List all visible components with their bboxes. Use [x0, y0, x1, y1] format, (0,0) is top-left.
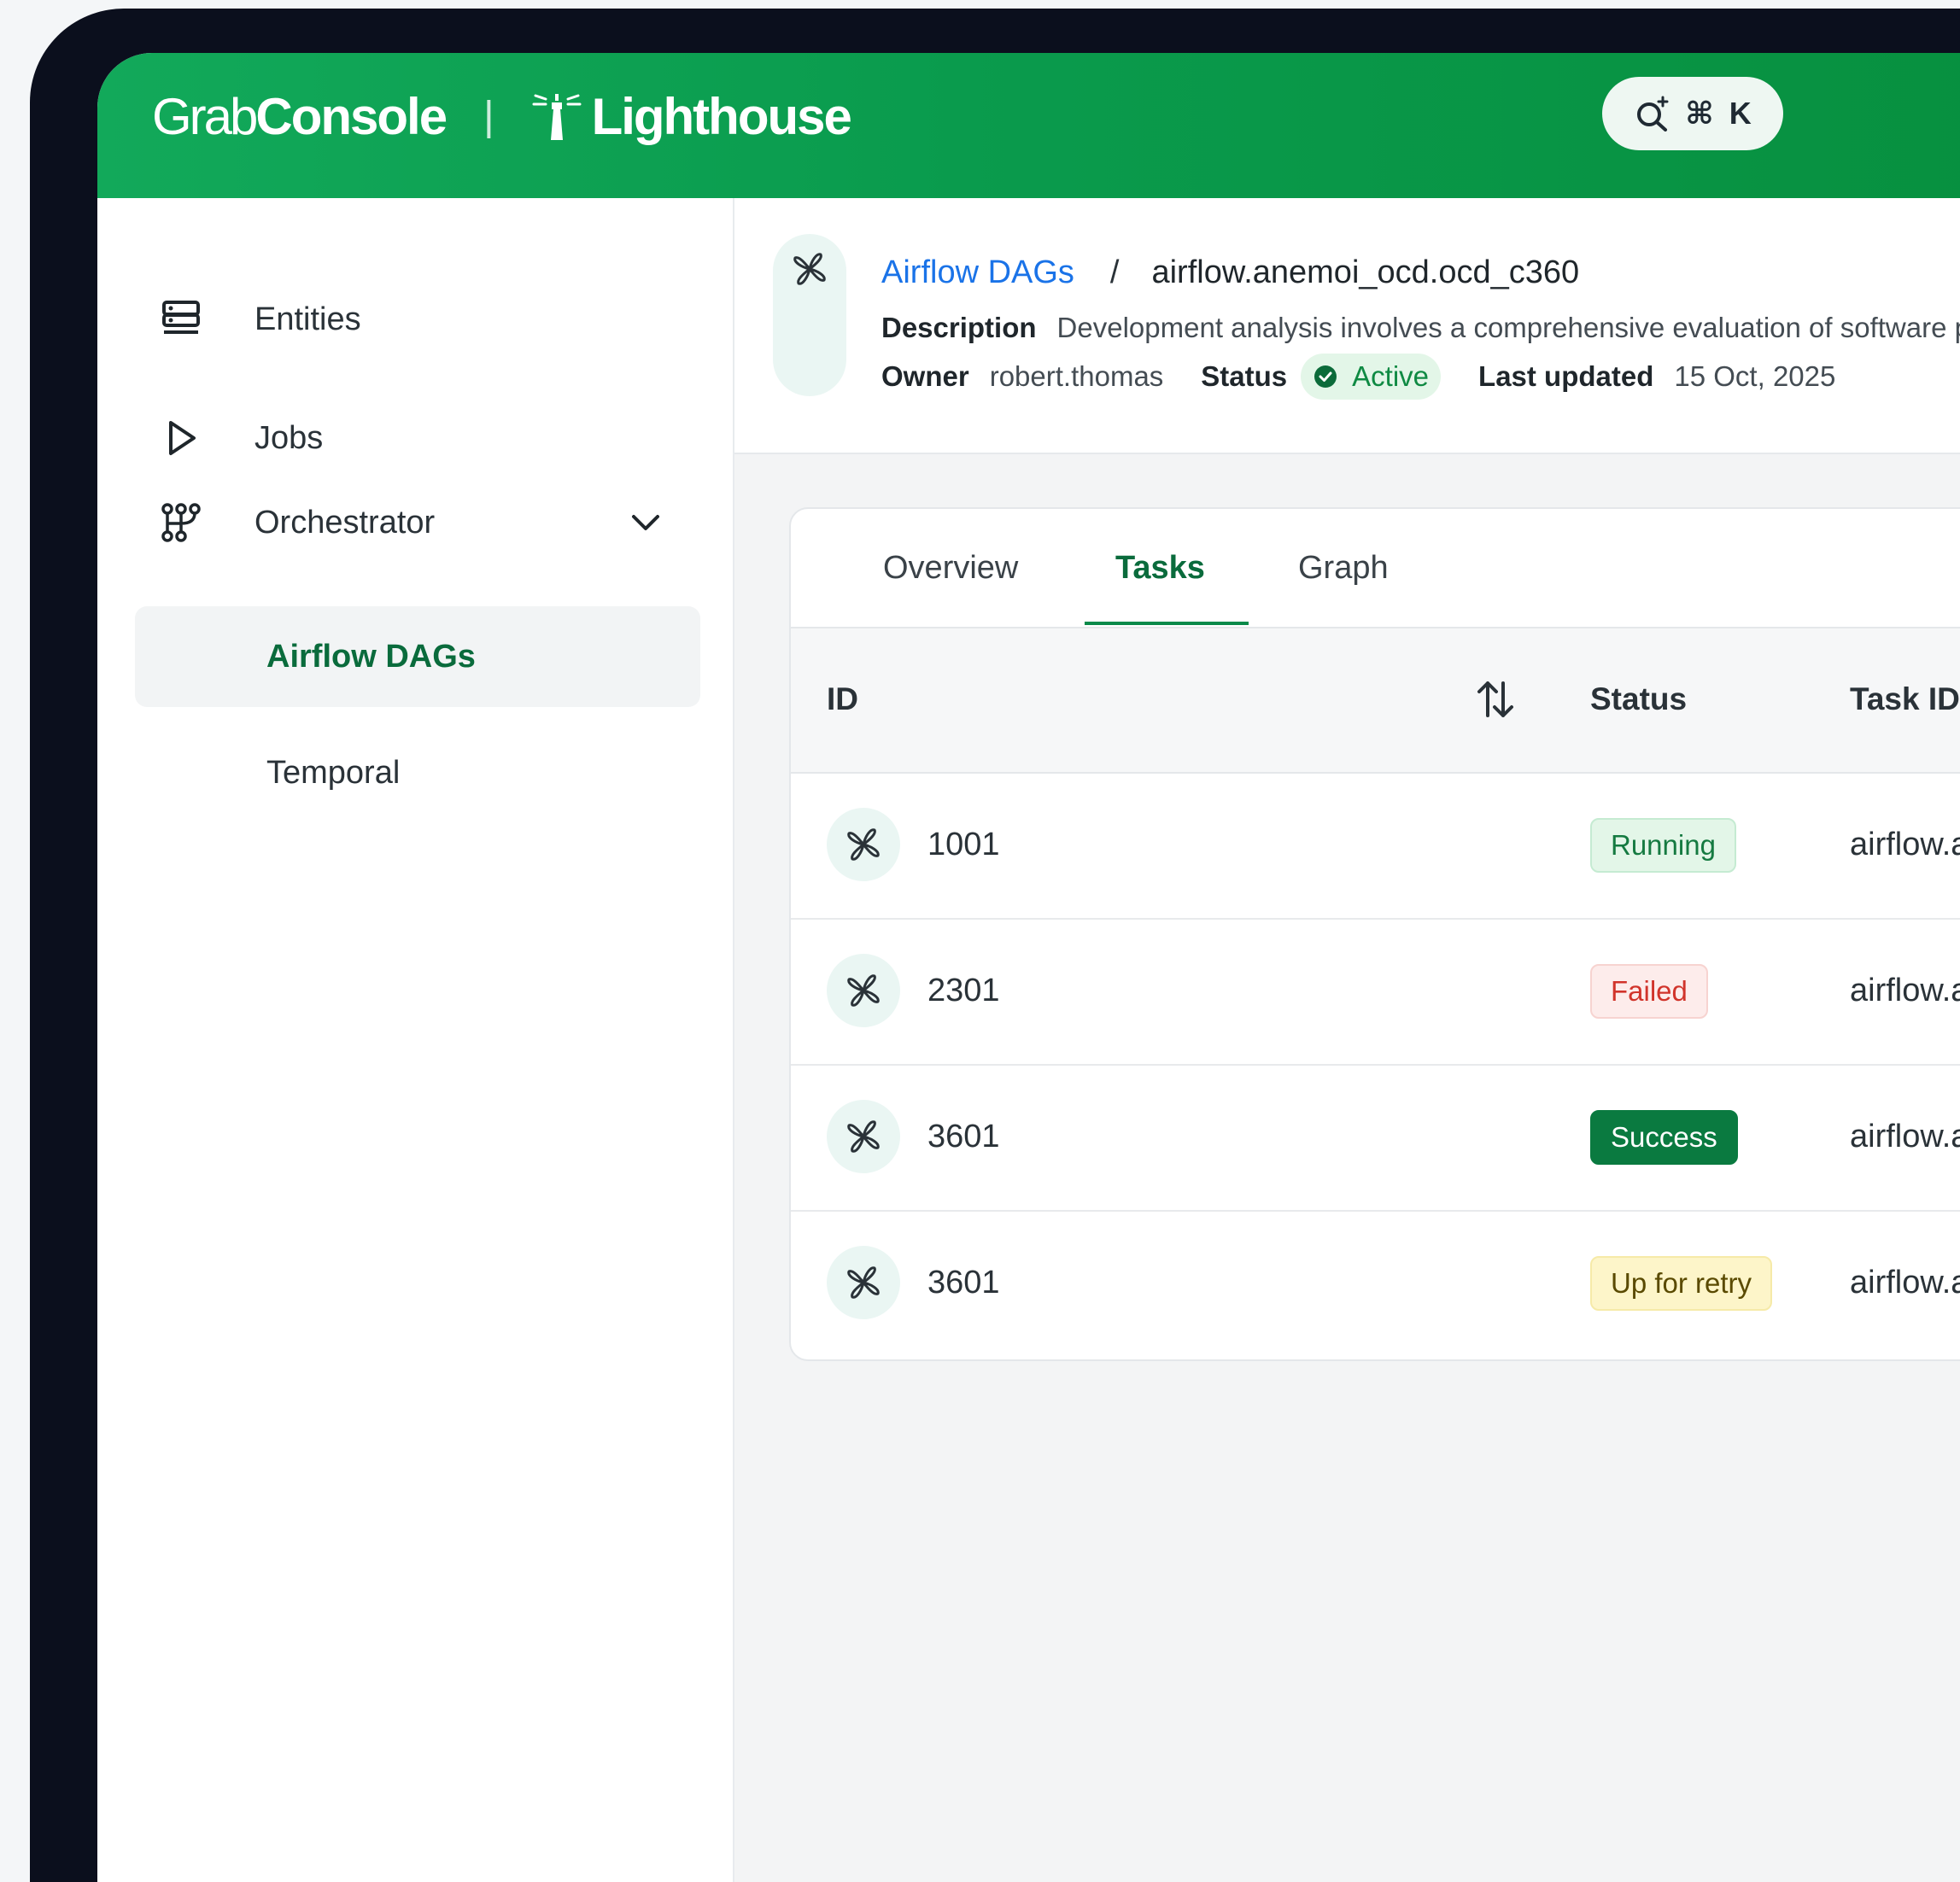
task-id-number: 3601: [927, 1265, 1000, 1300]
tab-overview[interactable]: Overview: [883, 550, 1018, 587]
dag-avatar: [773, 234, 846, 396]
sidebar-item-label: Jobs: [255, 419, 324, 456]
tasks-card: Overview Tasks Graph ID Status Task ID 1…: [789, 507, 1960, 1361]
shortcut-key: K: [1729, 96, 1752, 131]
task-id-text: airflow.an: [1850, 1265, 1960, 1300]
table-row[interactable]: 2301 Failed airflow.an: [791, 920, 1960, 1066]
play-icon: [157, 414, 205, 462]
breadcrumb-separator: /: [1109, 254, 1120, 290]
top-bar: Grab Console | Lighthouse ⌘ K: [97, 53, 1960, 198]
sidebar-item-entities[interactable]: Entities: [157, 285, 361, 354]
sidebar-subitem-airflow-dags-label[interactable]: Airflow DAGs: [266, 639, 476, 675]
shortcut-symbol: ⌘: [1685, 96, 1714, 131]
device-frame: Grab Console | Lighthouse ⌘ K Entities J…: [30, 9, 1960, 1882]
dag-description: Description Development analysis involves…: [881, 312, 1960, 344]
brand-logo[interactable]: Grab Console | Lighthouse: [152, 87, 852, 146]
lighthouse-icon: [532, 93, 582, 140]
sidebar: Entities Jobs Orchestrator Airflow DAGs …: [97, 198, 734, 1882]
sidebar-item-label: Orchestrator: [255, 504, 436, 541]
status-badge: Running: [1590, 818, 1736, 873]
pinwheel-icon: [793, 253, 826, 285]
pinwheel-icon: [847, 828, 880, 861]
sidebar-item-label: Entities: [255, 301, 361, 337]
dag-header: Airflow DAGs / airflow.anemoi_ocd.ocd_c3…: [734, 198, 1960, 454]
pinwheel-icon: [847, 974, 880, 1007]
task-avatar: [827, 954, 900, 1027]
chevron-down-icon[interactable]: [627, 504, 664, 541]
breadcrumb: Airflow DAGs / airflow.anemoi_ocd.ocd_c3…: [881, 254, 1579, 291]
search-sparkle-icon: [1637, 96, 1669, 132]
sort-icon[interactable]: [1474, 678, 1517, 721]
owner-label: Owner: [881, 360, 969, 392]
dag-meta: Owner robert.thomas Status Active Last u…: [881, 354, 1835, 400]
app-screen: Grab Console | Lighthouse ⌘ K Entities J…: [97, 53, 1960, 1882]
task-id-text: airflow.an: [1850, 827, 1960, 862]
task-id-text: airflow.an: [1850, 973, 1960, 1008]
description-text: Development analysis involves a comprehe…: [1056, 312, 1960, 343]
table-row[interactable]: 1001 Running airflow.an: [791, 774, 1960, 920]
table-row[interactable]: 3601 Success airflow.an: [791, 1066, 1960, 1212]
table-row[interactable]: 3601 Up for retry airflow.an: [791, 1212, 1960, 1358]
status-label: Status: [1201, 360, 1288, 392]
task-id-number: 2301: [927, 973, 1000, 1008]
server-stack-icon: [157, 295, 205, 343]
brand-grab-text: Grab: [152, 88, 258, 145]
main-content: Airflow DAGs / airflow.anemoi_ocd.ocd_c3…: [734, 198, 1960, 1882]
sidebar-item-jobs[interactable]: Jobs: [157, 404, 323, 472]
updated-value: 15 Oct, 2025: [1674, 360, 1836, 392]
brand-console-text: Console: [255, 88, 448, 145]
task-avatar: [827, 808, 900, 881]
updated-label: Last updated: [1478, 360, 1654, 392]
breadcrumb-current: airflow.anemoi_ocd.ocd_c360: [1151, 254, 1580, 290]
column-header-task-id[interactable]: Task ID: [1850, 681, 1960, 717]
brand-product-text: Lighthouse: [591, 88, 852, 145]
tab-tasks[interactable]: Tasks: [1115, 550, 1205, 587]
task-id-number: 1001: [927, 827, 1000, 862]
sidebar-item-orchestrator[interactable]: Orchestrator: [157, 488, 435, 557]
active-tab-indicator: [1085, 622, 1249, 625]
table-header: ID Status Task ID: [791, 628, 1960, 774]
pinwheel-icon: [847, 1120, 880, 1153]
sidebar-subitem-temporal[interactable]: Temporal: [266, 755, 400, 792]
tab-bar: Overview Tasks Graph: [791, 509, 1960, 628]
status-badge: Active: [1301, 354, 1442, 400]
description-label: Description: [881, 312, 1037, 343]
tab-graph[interactable]: Graph: [1298, 550, 1389, 587]
workflow-icon: [157, 499, 205, 546]
task-id-number: 3601: [927, 1119, 1000, 1154]
status-badge: Failed: [1590, 964, 1708, 1019]
task-avatar: [827, 1246, 900, 1319]
column-header-id[interactable]: ID: [827, 681, 858, 717]
brand-separator: |: [483, 94, 494, 139]
column-header-status[interactable]: Status: [1590, 681, 1687, 717]
status-badge: Up for retry: [1590, 1256, 1773, 1311]
owner-value: robert.thomas: [989, 360, 1164, 392]
task-avatar: [827, 1100, 900, 1173]
status-badge: Success: [1590, 1110, 1738, 1165]
status-value: Active: [1352, 360, 1430, 392]
command-search-button[interactable]: ⌘ K: [1602, 77, 1783, 150]
check-circle-icon: [1314, 365, 1337, 388]
pinwheel-icon: [847, 1266, 880, 1299]
breadcrumb-parent-link[interactable]: Airflow DAGs: [881, 254, 1074, 291]
task-id-text: airflow.an: [1850, 1119, 1960, 1154]
